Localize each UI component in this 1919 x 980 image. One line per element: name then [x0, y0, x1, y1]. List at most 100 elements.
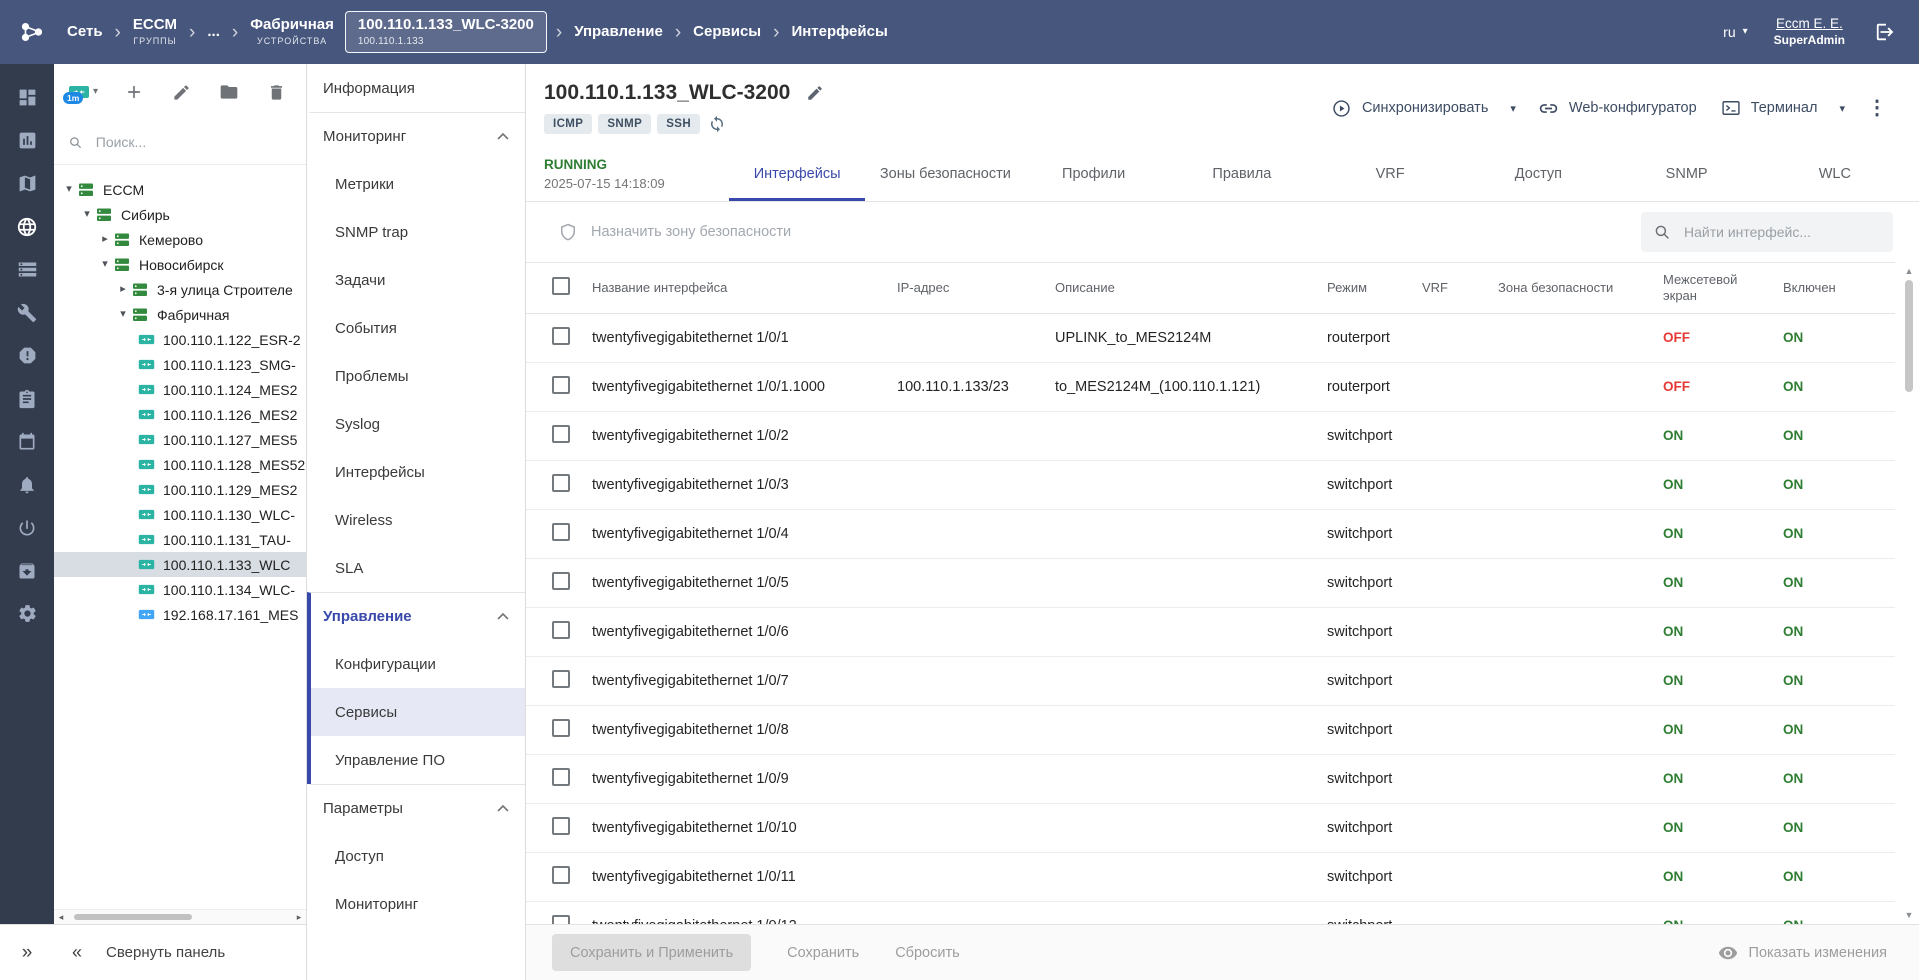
row-checkbox[interactable] [552, 474, 570, 492]
breadcrumb-collapsed[interactable]: ... [200, 23, 227, 41]
row-checkbox[interactable] [552, 327, 570, 345]
tree-expand-arrow[interactable] [96, 259, 114, 270]
select-all-checkbox[interactable] [552, 276, 570, 295]
tree-expand-arrow[interactable] [78, 209, 96, 220]
tab[interactable]: Правила [1168, 146, 1316, 201]
menu-item[interactable]: Задачи [307, 256, 525, 304]
tree-node[interactable]: Новосибирск [54, 252, 306, 277]
interface-row[interactable]: twentyfivegigabitethernet 1/0/6 switchpo… [526, 607, 1895, 657]
rail-map-button[interactable] [0, 162, 54, 205]
app-logo[interactable] [10, 19, 54, 45]
interface-row[interactable]: twentyfivegigabitethernet 1/0/10 switchp… [526, 803, 1895, 853]
tree-expand-arrow[interactable] [114, 284, 132, 295]
row-checkbox[interactable] [552, 817, 570, 835]
assign-security-zone-button[interactable]: Назначить зону безопасности [552, 221, 797, 243]
rail-reports-button[interactable] [0, 119, 54, 162]
save-button[interactable]: Сохранить [787, 945, 859, 961]
language-selector[interactable]: ru ▾ [1723, 24, 1747, 40]
breadcrumb-device-group[interactable]: Фабричная УСТРОЙСТВА [243, 17, 341, 46]
menu-item[interactable]: События [307, 304, 525, 352]
tree-expand-arrow[interactable] [60, 184, 78, 195]
row-checkbox[interactable] [552, 376, 570, 394]
breadcrumb-interfaces[interactable]: Интерфейсы [784, 23, 894, 41]
add-group-button[interactable] [217, 80, 241, 104]
tree-node[interactable]: 100.110.1.131_TAU- [54, 527, 306, 552]
refresh-interval-button[interactable]: 1m ▾ [63, 84, 98, 104]
tree-node[interactable]: 100.110.1.129_MES2 [54, 477, 306, 502]
tab[interactable]: VRF [1316, 146, 1464, 201]
interface-row[interactable]: twentyfivegigabitethernet 1/0/5 switchpo… [526, 558, 1895, 608]
rail-network-button[interactable] [0, 205, 54, 248]
rail-calendar-button[interactable] [0, 420, 54, 463]
interface-row[interactable]: twentyfivegigabitethernet 1/0/12 switchp… [526, 901, 1895, 924]
show-changes-button[interactable]: Показать изменения [1712, 942, 1893, 964]
row-checkbox[interactable] [552, 670, 570, 688]
tree-node[interactable]: 3-я улица Строителе [54, 277, 306, 302]
interface-row[interactable]: twentyfivegigabitethernet 1/0/11 switchp… [526, 852, 1895, 902]
tree-node[interactable]: Кемерово [54, 227, 306, 252]
scroll-up-arrow-icon[interactable]: ▲ [1905, 264, 1914, 278]
synchronize-menu-button[interactable]: ▾ [1504, 94, 1522, 123]
interface-row[interactable]: twentyfivegigabitethernet 1/0/1.1000 100… [526, 362, 1895, 412]
interface-row[interactable]: twentyfivegigabitethernet 1/0/3 switchpo… [526, 460, 1895, 510]
logout-button[interactable] [1871, 17, 1901, 47]
synchronize-button[interactable]: Синхронизировать [1323, 90, 1496, 127]
menu-item[interactable]: Параметры [307, 784, 525, 832]
menu-item[interactable]: Информация [307, 64, 525, 112]
interface-row[interactable]: twentyfivegigabitethernet 1/0/7 switchpo… [526, 656, 1895, 706]
breadcrumb-network[interactable]: Сеть [60, 23, 110, 41]
reset-button[interactable]: Сбросить [895, 945, 959, 961]
row-checkbox[interactable] [552, 866, 570, 884]
rail-notifications-button[interactable] [0, 463, 54, 506]
tree-node[interactable]: 100.110.1.122_ESR-2 [54, 327, 306, 352]
interface-search-input[interactable] [1682, 223, 1881, 241]
menu-item[interactable]: Сервисы [307, 688, 525, 736]
tree-expand-arrow[interactable] [114, 309, 132, 320]
breadcrumb-services[interactable]: Сервисы [686, 23, 768, 41]
collapse-panel-button[interactable]: « Свернуть панель [54, 924, 306, 980]
rail-tools-button[interactable] [0, 291, 54, 334]
menu-item[interactable]: Метрики [307, 160, 525, 208]
rail-incidents-button[interactable] [0, 334, 54, 377]
breadcrumb-groups[interactable]: ECCM ГРУППЫ [126, 17, 184, 46]
rail-tasks-button[interactable] [0, 377, 54, 420]
tab[interactable]: Интерфейсы [723, 146, 871, 201]
tree-node[interactable]: 100.110.1.126_MES2 [54, 402, 306, 427]
edit-node-button[interactable] [170, 81, 193, 104]
tree-node[interactable]: 100.110.1.128_MES52 [54, 452, 306, 477]
menu-item[interactable]: SLA [307, 544, 525, 592]
tree-expand-arrow[interactable] [96, 234, 114, 245]
tab[interactable]: Профили [1020, 146, 1168, 201]
menu-item[interactable]: SNMP trap [307, 208, 525, 256]
row-checkbox[interactable] [552, 572, 570, 590]
tab[interactable]: SNMP [1613, 146, 1761, 201]
menu-item[interactable]: Управление [307, 592, 525, 640]
scroll-left-arrow-icon[interactable]: ◂ [54, 912, 68, 922]
rail-logs-button[interactable] [0, 549, 54, 592]
menu-item[interactable]: Мониторинг [307, 112, 525, 160]
terminal-button[interactable]: Терминал [1713, 90, 1826, 126]
row-checkbox[interactable] [552, 768, 570, 786]
tree-horizontal-scrollbar[interactable]: ◂ ▸ [54, 909, 306, 924]
rail-dashboard-button[interactable] [0, 76, 54, 119]
tree-node[interactable]: 100.110.1.133_WLC [54, 552, 306, 577]
tree-node[interactable]: 100.110.1.130_WLC- [54, 502, 306, 527]
menu-item[interactable]: Интерфейсы [307, 448, 525, 496]
terminal-menu-button[interactable]: ▾ [1833, 94, 1851, 123]
tree-node[interactable]: 100.110.1.123_SMG- [54, 352, 306, 377]
edit-title-button[interactable] [804, 82, 826, 104]
scrollbar-thumb[interactable] [1905, 280, 1913, 392]
tree-node[interactable]: Сибирь [54, 202, 306, 227]
tab[interactable]: Доступ [1464, 146, 1612, 201]
interface-row[interactable]: twentyfivegigabitethernet 1/0/9 switchpo… [526, 754, 1895, 804]
menu-item[interactable]: Доступ [307, 832, 525, 880]
delete-node-button[interactable] [265, 81, 288, 104]
tab[interactable]: WLC [1761, 146, 1909, 201]
interface-row[interactable]: twentyfivegigabitethernet 1/0/4 switchpo… [526, 509, 1895, 559]
breadcrumb-management[interactable]: Управление [567, 23, 670, 41]
user-menu[interactable]: Eccm E. E. SuperAdmin [1774, 16, 1845, 48]
menu-item[interactable]: Syslog [307, 400, 525, 448]
interface-row[interactable]: twentyfivegigabitethernet 1/0/2 switchpo… [526, 411, 1895, 461]
row-checkbox[interactable] [552, 719, 570, 737]
scroll-right-arrow-icon[interactable]: ▸ [292, 912, 306, 922]
